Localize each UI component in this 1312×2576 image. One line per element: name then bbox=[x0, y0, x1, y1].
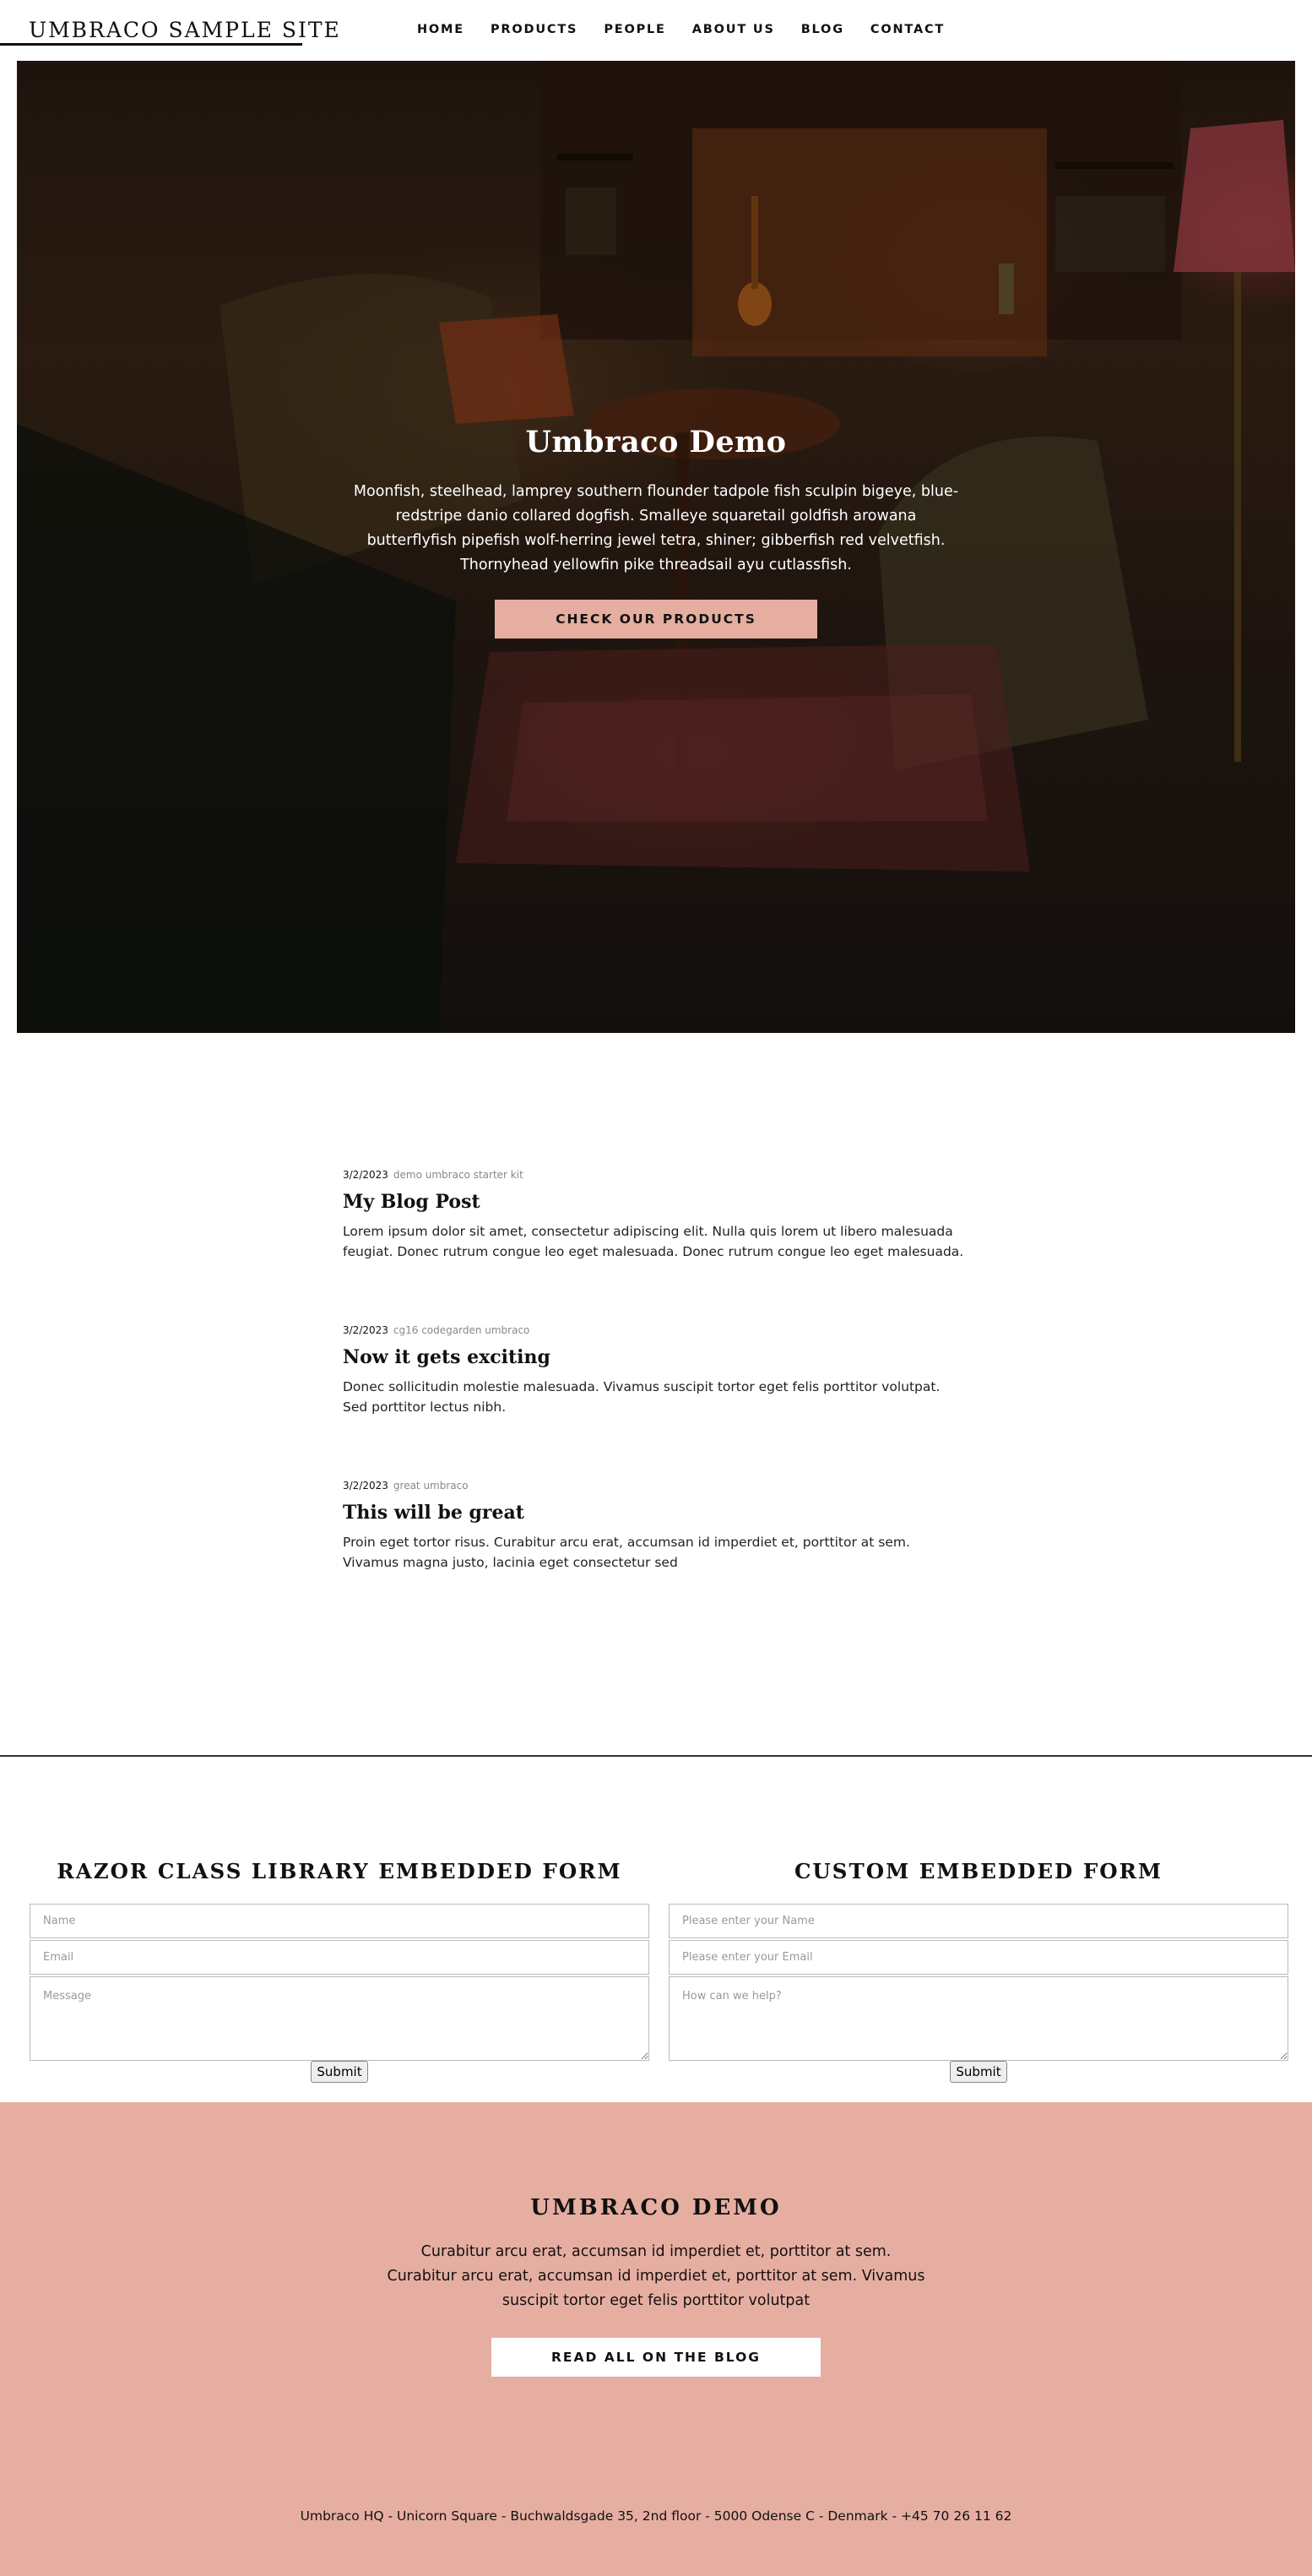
hero-title: Umbraco Demo bbox=[525, 425, 787, 459]
post-excerpt: Lorem ipsum dolor sit amet, consectetur … bbox=[343, 1224, 964, 1259]
footer-text: Curabitur arcu erat, accumsan id imperdi… bbox=[387, 2243, 925, 2309]
post-date: 3/2/2023 bbox=[343, 1480, 388, 1492]
post-meta: 3/2/2023 demo umbraco starter kit bbox=[343, 1166, 984, 1184]
footer-title: UMBRACO DEMO bbox=[530, 2195, 782, 2220]
post-date: 3/2/2023 bbox=[343, 1169, 388, 1181]
nav-home[interactable]: HOME bbox=[417, 20, 464, 39]
post-tags: cg16 codegarden umbraco bbox=[393, 1324, 530, 1336]
post-meta: 3/2/2023 cg16 codegarden umbraco bbox=[343, 1321, 984, 1340]
hero-text: Moonfish, steelhead, lamprey southern fl… bbox=[353, 483, 959, 573]
razor-form-section: RAZOR CLASS LIBRARY EMBEDDED FORM Submit bbox=[30, 1855, 649, 2083]
nav-products[interactable]: PRODUCTS bbox=[491, 20, 577, 39]
blog-post: 3/2/2023 cg16 codegarden umbraco Now it g… bbox=[343, 1321, 984, 1417]
blog-list: 3/2/2023 demo umbraco starter kit My Blog… bbox=[343, 1166, 984, 1632]
check-products-button[interactable]: CHECK OUR PRODUCTS bbox=[495, 600, 817, 639]
site-logo[interactable]: UMBRACO SAMPLE SITE bbox=[29, 17, 341, 44]
post-tags: great umbraco bbox=[393, 1480, 469, 1492]
submit-wrap: Submit bbox=[669, 2061, 1288, 2083]
main-nav: HOME PRODUCTS PEOPLE ABOUT US BLOG CONTA… bbox=[417, 20, 971, 39]
nav-contact[interactable]: CONTACT bbox=[870, 20, 945, 39]
hero-section: Umbraco Demo Moonfish, steelhead, lampre… bbox=[17, 61, 1295, 1033]
logo-underline bbox=[0, 43, 302, 46]
razor-submit-button[interactable]: Submit bbox=[311, 2061, 368, 2083]
email-field[interactable] bbox=[669, 1940, 1288, 1975]
site-header: UMBRACO SAMPLE SITE HOME PRODUCTS PEOPLE… bbox=[0, 0, 1312, 61]
section-divider bbox=[0, 1755, 1312, 1757]
nav-about-us[interactable]: ABOUT US bbox=[692, 20, 775, 39]
blog-post: 3/2/2023 great umbraco This will be great… bbox=[343, 1476, 984, 1573]
post-excerpt: Proin eget tortor risus. Curabitur arcu … bbox=[343, 1535, 910, 1570]
read-blog-button[interactable]: READ ALL ON THE BLOG bbox=[491, 2338, 821, 2377]
footer-address: Umbraco HQ - Unicorn Square - Buchwaldsg… bbox=[300, 2508, 1012, 2524]
site-footer: UMBRACO DEMO Curabitur arcu erat, accums… bbox=[0, 2102, 1312, 2576]
post-title-link[interactable]: This will be great bbox=[343, 1498, 984, 1527]
post-excerpt: Donec sollicitudin molestie malesuada. V… bbox=[343, 1379, 941, 1415]
post-title-link[interactable]: My Blog Post bbox=[343, 1187, 984, 1216]
post-tags: demo umbraco starter kit bbox=[393, 1169, 523, 1181]
post-meta: 3/2/2023 great umbraco bbox=[343, 1476, 984, 1495]
name-field[interactable] bbox=[30, 1904, 649, 1938]
submit-wrap: Submit bbox=[30, 2061, 649, 2083]
name-field[interactable] bbox=[669, 1904, 1288, 1938]
nav-people[interactable]: PEOPLE bbox=[604, 20, 665, 39]
message-field[interactable] bbox=[30, 1976, 649, 2061]
razor-form-heading: RAZOR CLASS LIBRARY EMBEDDED FORM bbox=[57, 1859, 622, 1883]
message-field[interactable] bbox=[669, 1976, 1288, 2061]
nav-blog[interactable]: BLOG bbox=[801, 20, 844, 39]
email-field[interactable] bbox=[30, 1940, 649, 1975]
post-date: 3/2/2023 bbox=[343, 1324, 388, 1336]
custom-form-section: CUSTOM EMBEDDED FORM Submit bbox=[669, 1855, 1288, 2083]
blog-post: 3/2/2023 demo umbraco starter kit My Blog… bbox=[343, 1166, 984, 1262]
custom-form-heading: CUSTOM EMBEDDED FORM bbox=[794, 1859, 1163, 1883]
custom-submit-button[interactable]: Submit bbox=[950, 2061, 1007, 2083]
hero-content: Umbraco Demo Moonfish, steelhead, lampre… bbox=[17, 424, 1295, 639]
post-title-link[interactable]: Now it gets exciting bbox=[343, 1343, 984, 1372]
